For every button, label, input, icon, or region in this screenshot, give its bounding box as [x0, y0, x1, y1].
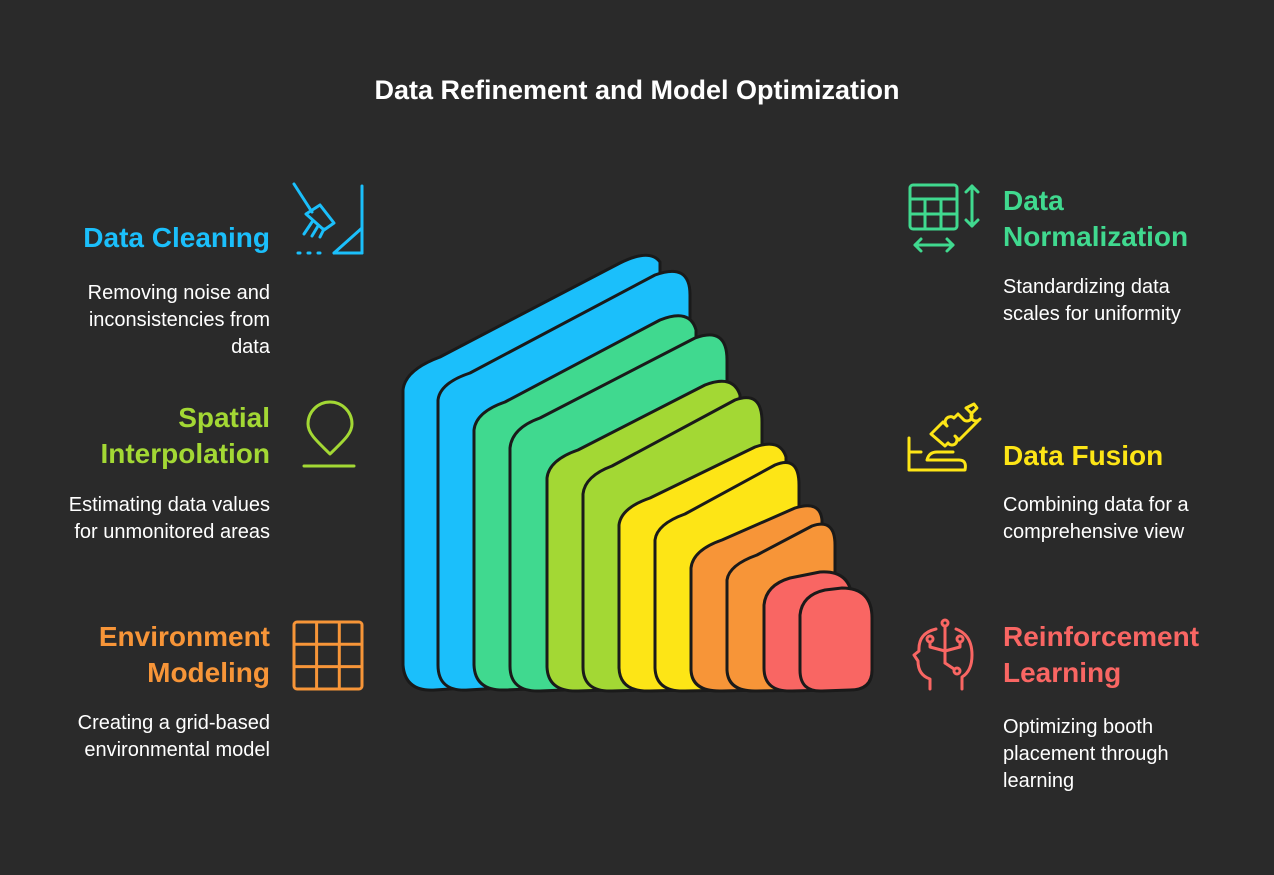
desc-line: Estimating data values: [68, 494, 270, 516]
desc-line: comprehensive view: [1003, 521, 1185, 543]
desc-line: placement through: [1003, 743, 1169, 765]
desc-line: inconsistencies from: [88, 309, 270, 331]
layer-red-front: [798, 586, 874, 693]
title-line: Interpolation: [100, 438, 270, 469]
data-cleaning-desc: Removing noise and inconsistencies from …: [20, 280, 270, 361]
environment-modeling-desc: Creating a grid-based environmental mode…: [20, 710, 270, 764]
reinforcement-learning-title: Reinforcement Learning: [1003, 619, 1263, 691]
environment-modeling-title: Environment Modeling: [40, 619, 270, 691]
reinforcement-learning-desc: Optimizing booth placement through learn…: [1003, 714, 1263, 795]
desc-line: Combining data for a: [1003, 494, 1189, 516]
data-normalization-desc: Standardizing data scales for uniformity: [1003, 274, 1263, 328]
desc-line: data: [231, 336, 270, 358]
title-line: Environment: [98, 621, 270, 652]
puzzle-hand-icon: [907, 402, 982, 472]
desc-line: environmental model: [84, 739, 270, 761]
title-line: Reinforcement: [1003, 621, 1200, 652]
desc-line: scales for uniformity: [1003, 303, 1181, 325]
desc-line: for unmonitored areas: [74, 521, 270, 543]
title-line: Data Fusion: [1003, 440, 1164, 471]
brain-circuit-head-icon: [912, 618, 974, 691]
data-fusion-desc: Combining data for a comprehensive view: [1003, 492, 1263, 546]
data-fusion-title: Data Fusion: [1003, 438, 1263, 474]
desc-line: Standardizing data: [1003, 276, 1170, 298]
table-resize-icon: [908, 183, 980, 253]
desc-line: learning: [1003, 770, 1075, 792]
title-line: Learning: [1003, 657, 1122, 688]
data-cleaning-title-line: Data Cleaning: [83, 222, 270, 253]
spatial-interpolation-desc: Estimating data values for unmonitored a…: [20, 492, 270, 546]
title-line: Modeling: [147, 657, 270, 688]
desc-line: Creating a grid-based: [77, 712, 270, 734]
data-cleaning-title: Data Cleaning: [40, 220, 270, 256]
title-line: Spatial: [178, 402, 270, 433]
title-line: Data: [1003, 185, 1064, 216]
desc-line: Removing noise and: [87, 282, 270, 304]
grid-icon: [292, 620, 364, 691]
spatial-interpolation-title: Spatial Interpolation: [40, 400, 270, 472]
desc-line: Optimizing booth: [1003, 716, 1154, 738]
data-normalization-title: Data Normalization: [1003, 183, 1263, 255]
title-line: Normalization: [1003, 221, 1189, 252]
broom-icon: [292, 182, 364, 255]
location-pin-icon: [302, 400, 356, 468]
